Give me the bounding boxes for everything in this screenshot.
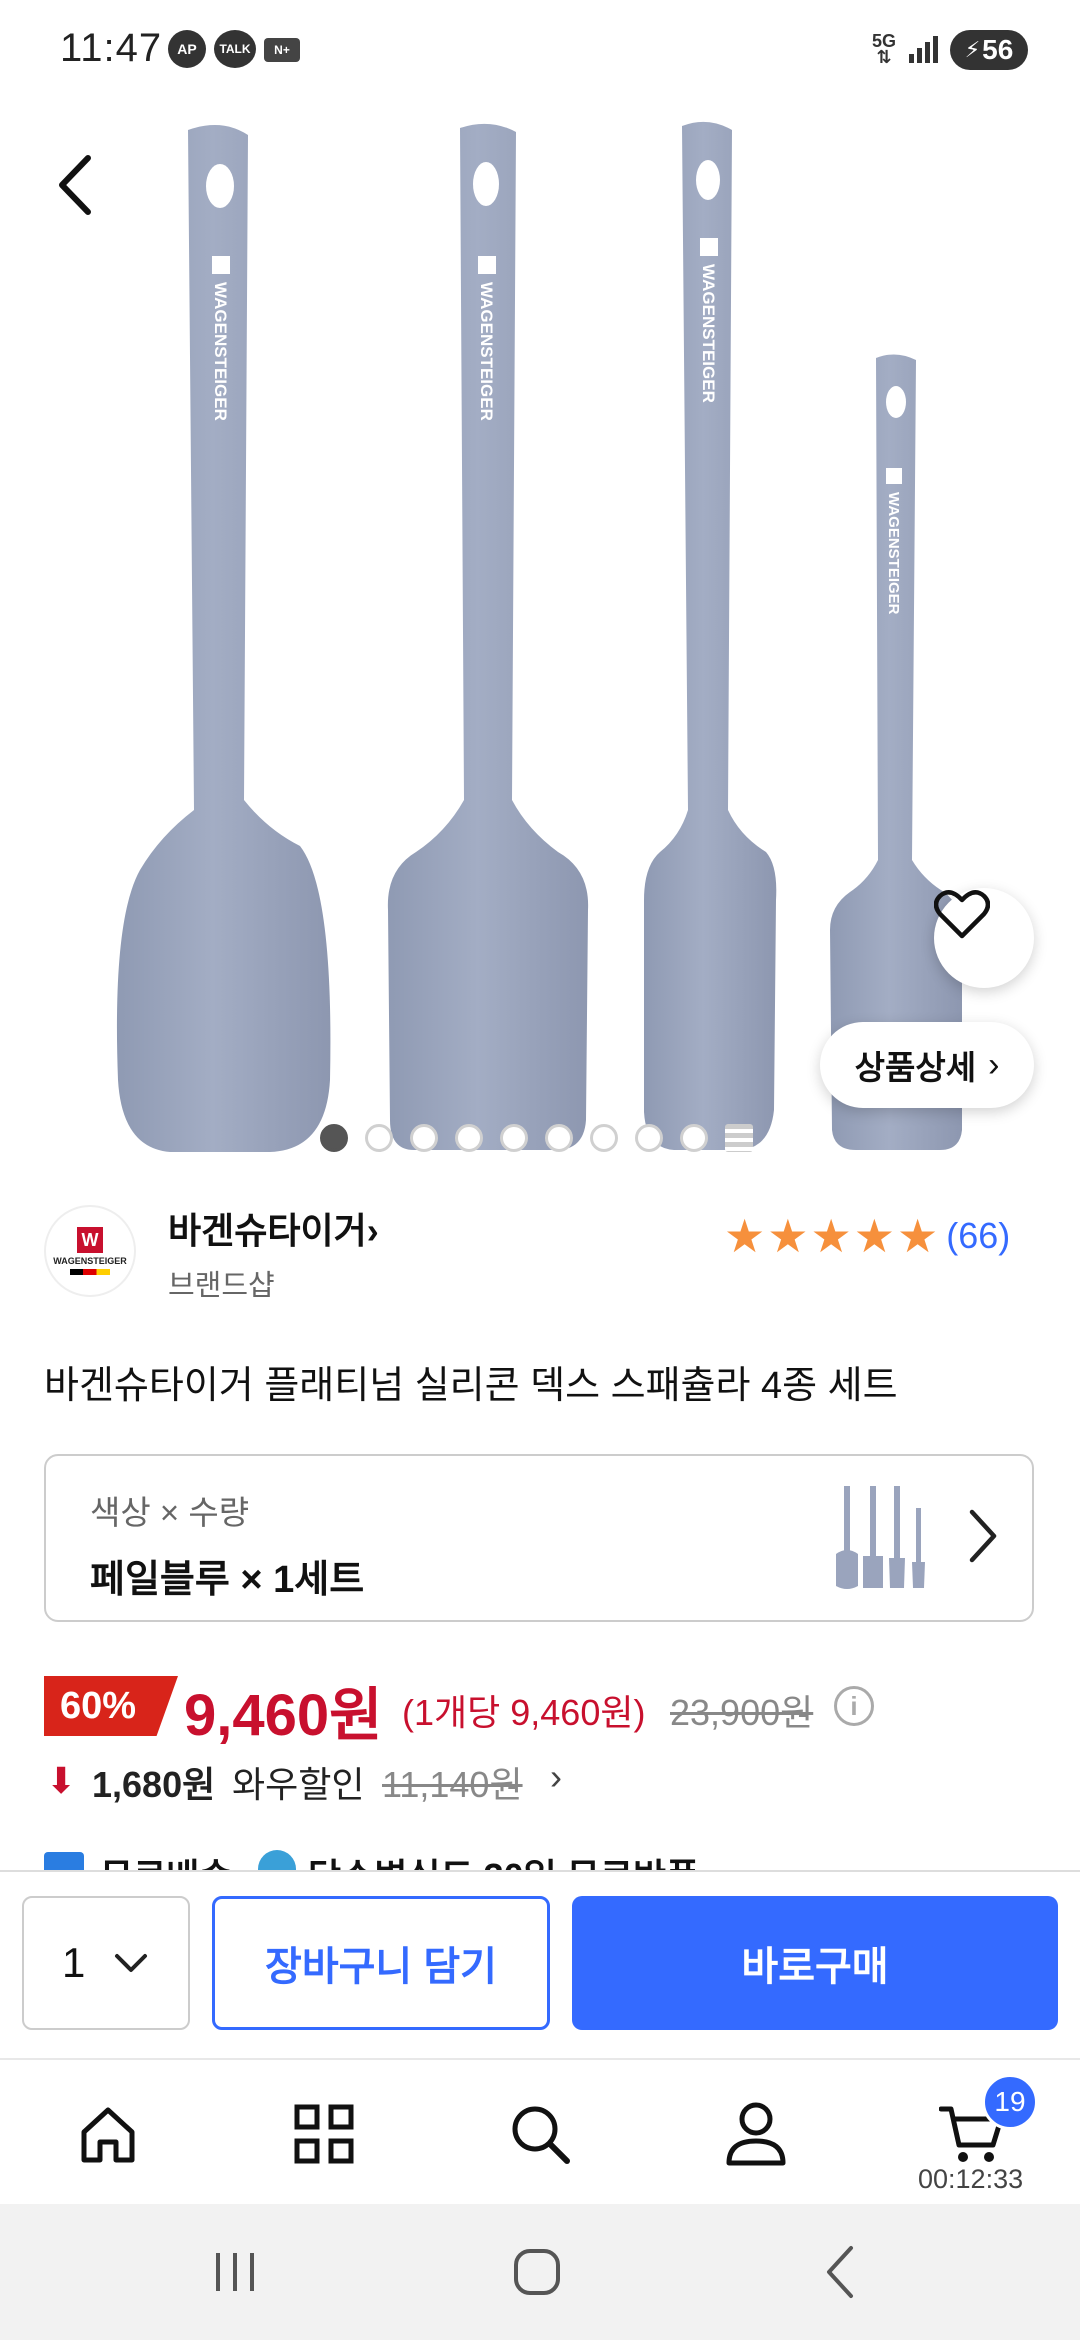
product-image-carousel[interactable]: WAGENSTEIGER WAGENSTEIGER WAGENSTEIGER W… <box>0 0 1080 1170</box>
option-thumbnail <box>836 1486 925 1589</box>
option-selector[interactable]: 색상 × 수량 페일블루 × 1세트 <box>44 1454 1034 1622</box>
my-page-icon <box>726 2102 786 2166</box>
recent-apps-icon <box>216 2253 254 2291</box>
buy-now-button[interactable]: 바로구매 <box>572 1896 1058 2030</box>
home-icon <box>81 2107 135 2163</box>
carousel-dot[interactable] <box>680 1124 708 1152</box>
nav-home[interactable] <box>68 2094 148 2174</box>
product-title: 바겐슈타이거 플래티넘 실리콘 덱스 스패츌라 4종 세트 <box>44 1365 898 1407</box>
add-to-cart-button[interactable]: 장바구니 담기 <box>212 1896 550 2030</box>
chevron-right-icon: › <box>988 1045 1000 1084</box>
recent-apps-button[interactable] <box>200 2240 270 2304</box>
carousel-dot[interactable] <box>545 1124 573 1152</box>
return-guarantee-text: 당수변실드 30일 무료반품 <box>308 1848 699 1870</box>
wow-discount-label: 와우할인 <box>232 1764 365 1805</box>
nav-category[interactable] <box>284 2094 364 2174</box>
wow-original-price: 11,140원 <box>382 1764 523 1805</box>
option-value: 페일블루 × 1세트 <box>90 1559 365 1601</box>
carousel-dot[interactable] <box>320 1124 348 1152</box>
german-flag-stripe <box>70 1269 110 1275</box>
svg-text:WAGENSTEIGER: WAGENSTEIGER <box>211 282 230 421</box>
original-price: 23,900원 <box>670 1692 814 1733</box>
delivery-truck-icon <box>44 1852 84 1870</box>
cart-count-badge: 19 <box>982 2074 1038 2130</box>
home-button[interactable] <box>502 2240 572 2304</box>
option-label: 색상 × 수량 <box>90 1494 250 1531</box>
category-icon <box>294 2104 354 2164</box>
back-button[interactable] <box>50 150 110 220</box>
star-icon: ★ <box>724 1210 766 1262</box>
carousel-dot[interactable] <box>590 1124 618 1152</box>
carousel-more-indicator <box>725 1124 753 1152</box>
sale-price: 9,460원 <box>184 1683 383 1748</box>
quantity-select[interactable]: 1 <box>22 1896 190 2030</box>
ap-news-icon: AP <box>168 30 206 68</box>
nav-search[interactable] <box>500 2094 580 2174</box>
carousel-indicator <box>320 1123 770 1153</box>
status-time: 11:47 <box>60 26 163 70</box>
home-circle-icon <box>514 2249 560 2295</box>
info-icon[interactable]: i <box>834 1686 874 1726</box>
spatula-set-image: WAGENSTEIGER WAGENSTEIGER WAGENSTEIGER W… <box>116 121 962 1153</box>
chevron-left-icon <box>59 155 91 215</box>
signal-icon <box>906 30 940 68</box>
search-icon <box>512 2106 570 2164</box>
star-icon: ★ <box>767 1210 809 1262</box>
network-5g-icon: 5G ⇅ <box>871 31 896 67</box>
star-icon: ★ <box>897 1210 939 1262</box>
brand-name-link[interactable]: 바겐슈타이거› <box>168 1202 379 1254</box>
quantity-value: 1 <box>62 1939 86 1986</box>
system-nav-bar <box>0 2204 1080 2340</box>
chevron-down-icon <box>115 1954 148 1972</box>
carousel-dot[interactable] <box>410 1124 438 1152</box>
star-icon: ★ <box>853 1210 895 1262</box>
svg-text:WAGENSTEIGER: WAGENSTEIGER <box>699 264 718 403</box>
free-shipping-text: 무료배송 <box>100 1848 232 1870</box>
wow-discount-amount: 1,680원 <box>92 1764 216 1805</box>
review-count[interactable]: (66) <box>946 1215 1010 1257</box>
product-detail-button[interactable]: 상품상세 › <box>820 1022 1034 1108</box>
shipping-row: 무료배송 당수변실드 30일 무료반품 <box>44 1848 1044 1870</box>
naver-icon: N+ <box>264 38 300 62</box>
star-icon: ★ <box>810 1210 852 1262</box>
bottom-nav: 19 00:12:33 <box>0 2058 1080 2204</box>
wishlist-button[interactable] <box>934 888 1034 988</box>
brand-type: 브랜드샵 <box>168 1270 275 1302</box>
carousel-dot[interactable] <box>455 1124 483 1152</box>
carousel-dot[interactable] <box>365 1124 393 1152</box>
discount-badge: 60% <box>44 1676 178 1736</box>
brand-logo-wordmark: WAGENSTEIGER <box>53 1256 127 1266</box>
charging-bolt-icon: ⚡ <box>964 37 981 62</box>
back-arrow-icon <box>827 2246 853 2298</box>
kakaotalk-icon: TALK <box>214 30 256 68</box>
check-badge-icon <box>258 1850 296 1870</box>
svg-text:WAGENSTEIGER: WAGENSTEIGER <box>885 492 902 615</box>
battery-icon: ⚡ 56 <box>950 30 1028 70</box>
carousel-dot[interactable] <box>500 1124 528 1152</box>
status-bar: 11:47 AP TALK N+ 5G ⇅ ⚡ 56 <box>0 0 1080 100</box>
chevron-right-icon[interactable]: › <box>550 1756 562 1798</box>
system-back-button[interactable] <box>806 2240 876 2304</box>
unit-price: (1개당 9,460원) <box>402 1692 646 1733</box>
rating-stars[interactable]: ★ ★ ★ ★ ★ (66) <box>724 1213 1010 1259</box>
heart-icon <box>934 890 990 939</box>
nav-my-page[interactable] <box>716 2094 796 2174</box>
svg-text:WAGENSTEIGER: WAGENSTEIGER <box>477 282 496 421</box>
session-timer: 00:12:33 <box>918 2164 1024 2194</box>
brand-logo-mark: W <box>77 1227 103 1253</box>
brand-logo[interactable]: W WAGENSTEIGER <box>44 1205 136 1297</box>
purchase-bar: 1 장바구니 담기 바로구매 <box>0 1870 1080 2058</box>
chevron-right-icon <box>969 1509 997 1563</box>
price-down-arrow-icon: ⬇ <box>46 1760 77 1801</box>
product-detail-label: 상품상세 <box>854 1049 977 1086</box>
carousel-dot[interactable] <box>635 1124 663 1152</box>
